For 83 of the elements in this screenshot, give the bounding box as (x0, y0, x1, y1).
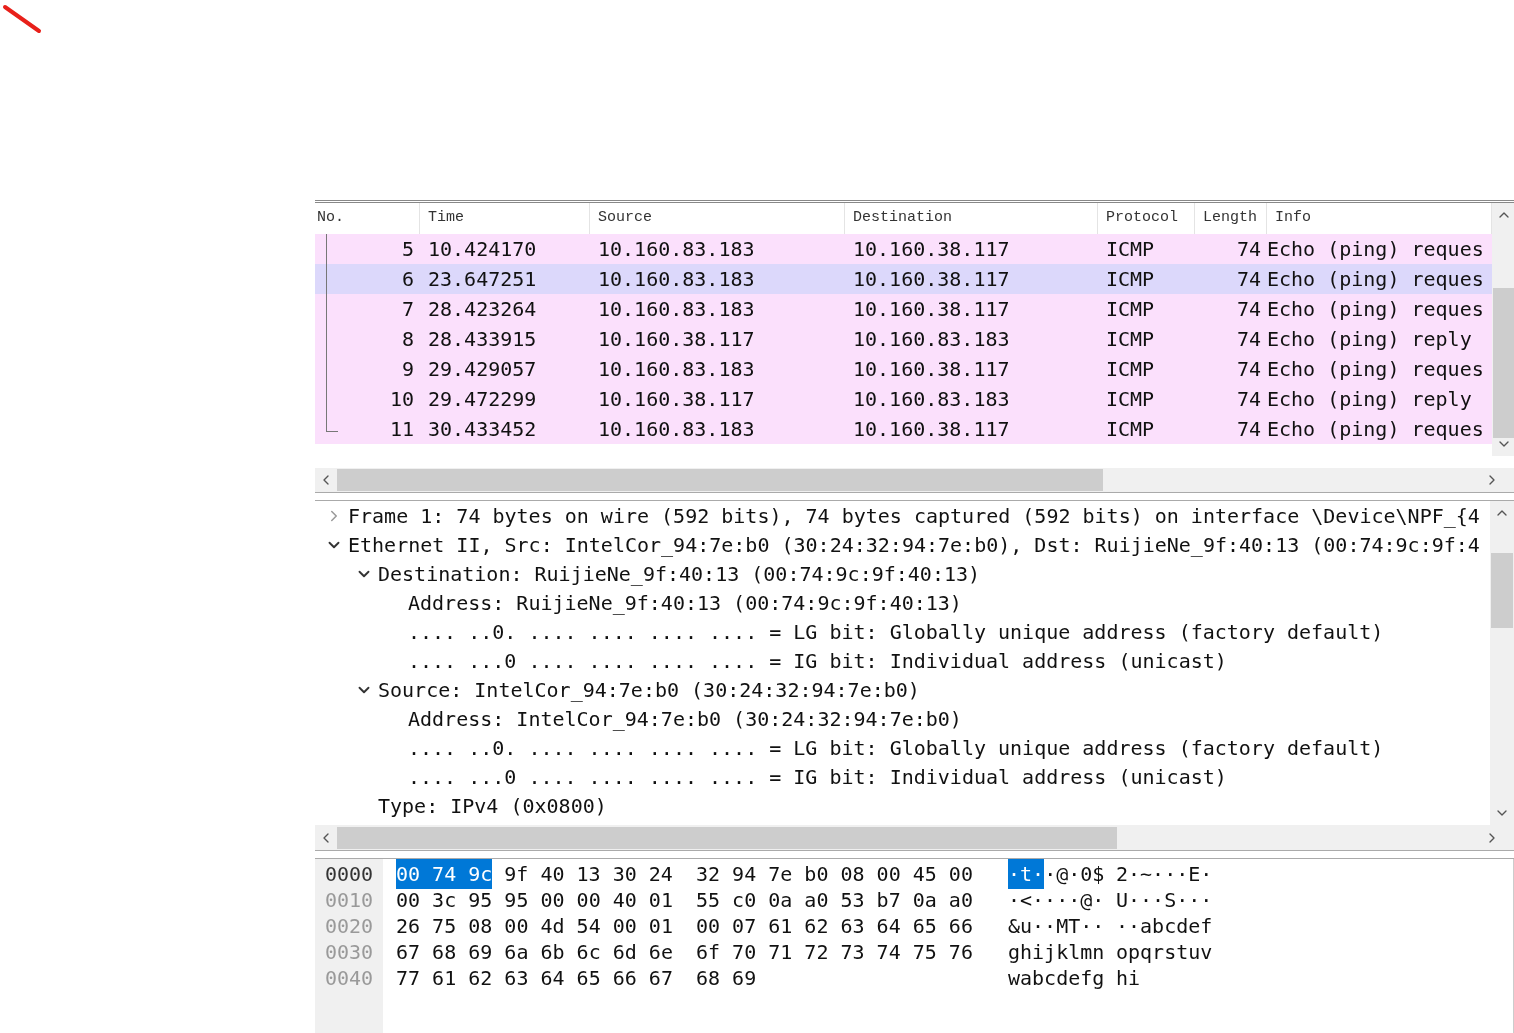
table-cell-text: ICMP (1106, 236, 1155, 263)
table-cell-text: ICMP (1106, 296, 1155, 323)
packet-row[interactable]: 11 30.433452 10.160.83.183 10.160.38.117 ICMP 74 Echo (ping) reques (315, 414, 1492, 444)
packet-row[interactable]: 6 23.647251 10.160.83.183 10.160.38.117 ICMP 74 Echo (ping) reques (315, 264, 1492, 294)
table-cell-text: 74 (1236, 416, 1261, 443)
detail-line[interactable]: .... ..0. .... .... .... .... = LG bit: Globally unique address (factory default) (408, 619, 1384, 644)
ascii-text[interactable]: ·t· (1008, 859, 1045, 889)
table-cell-text: 7 (401, 296, 414, 323)
vertical-scrollbar[interactable] (1491, 203, 1514, 456)
table-cell-text: 10.160.38.117 (853, 296, 1010, 323)
table-cell-text: Echo (ping) reques (1267, 236, 1484, 263)
table-cell-text: 8 (401, 326, 414, 353)
table-cell-text: 74 (1236, 326, 1261, 353)
table-cell-text: 28.423264 (428, 296, 537, 323)
table-cell-text: 10.160.83.183 (598, 356, 755, 383)
detail-line[interactable]: .... ...0 .... .... .... .... = IG bit: Individual address (unicast) (408, 648, 1227, 673)
table-cell-text: Echo (ping) reques (1267, 266, 1484, 293)
table-cell-text: 74 (1236, 386, 1261, 413)
detail-line[interactable]: Source: IntelCor_94:7e:b0 (30:24:32:94:7e:b0) (378, 677, 920, 702)
byte-offset: 0020 (324, 913, 374, 939)
table-cell-text: Echo (ping) reply (1267, 386, 1472, 413)
table-cell-text: 29.472299 (428, 386, 537, 413)
table-cell-text: Echo (ping) reques (1267, 356, 1484, 383)
table-cell-text: 74 (1236, 296, 1261, 323)
table-cell-text: ICMP (1106, 386, 1155, 413)
scrollbar-thumb[interactable] (1491, 553, 1513, 628)
table-cell-text: ICMP (1106, 356, 1155, 383)
table-cell-text: 10.160.38.117 (598, 326, 755, 353)
horizontal-scrollbar[interactable] (315, 467, 1514, 492)
table-cell-text: ICMP (1106, 326, 1155, 353)
table-cell-text: 10.160.38.117 (853, 356, 1010, 383)
table-cell-text: Echo (ping) reply (1267, 326, 1472, 353)
detail-line[interactable]: Destination: RuijieNe_9f:40:13 (00:74:9c:9f:40:13) (378, 561, 981, 586)
table-cell-text: 10.160.83.183 (598, 416, 755, 443)
table-cell-text: 11 (389, 416, 414, 443)
packet-row[interactable]: 5 10.424170 10.160.83.183 10.160.38.117 ICMP 74 Echo (ping) reques (315, 234, 1492, 264)
table-cell-text: Echo (ping) reques (1267, 296, 1484, 323)
detail-line[interactable]: .... ...0 .... .... .... .... = IG bit: Individual address (unicast) (408, 764, 1227, 789)
table-cell-text: 10.160.38.117 (598, 386, 755, 413)
table-cell-text: ICMP (1106, 266, 1155, 293)
table-cell-text: 10.160.38.117 (853, 266, 1010, 293)
table-cell-text: 30.433452 (428, 416, 537, 443)
detail-line[interactable]: Type: IPv4 (0x0800) (378, 793, 607, 818)
byte-offset: 0040 (324, 965, 374, 991)
table-cell-text: 10.160.83.183 (853, 386, 1010, 413)
hex-bytes[interactable]: 00 74 9c (396, 859, 493, 889)
vertical-scrollbar[interactable] (1490, 501, 1514, 826)
table-cell-text: 10.160.83.183 (598, 266, 755, 293)
scrollbar-thumb[interactable] (337, 826, 1117, 849)
table-cell-text: 10.160.38.117 (853, 416, 1010, 443)
detail-line[interactable]: Frame 1: 74 bytes on wire (592 bits), 74 bytes captured (592 bits) on interface \Device\NPF_{4 (348, 503, 1480, 528)
table-cell-text: 74 (1236, 356, 1261, 383)
table-cell-text: 5 (401, 236, 414, 263)
packet-row[interactable]: 8 28.433915 10.160.38.117 10.160.83.183 ICMP 74 Echo (ping) reply (315, 324, 1492, 354)
table-cell-text: 10.160.83.183 (598, 296, 755, 323)
detail-line[interactable]: Address: IntelCor_94:7e:b0 (30:24:32:94:7e:b0) (408, 706, 962, 731)
byte-offset: 0010 (324, 887, 374, 913)
detail-line[interactable]: Address: RuijieNe_9f:40:13 (00:74:9c:9f:40:13) (408, 590, 962, 615)
table-cell-text: 10.160.38.117 (853, 236, 1010, 263)
horizontal-scrollbar[interactable] (315, 825, 1514, 850)
pen-stroke-mark (2, 4, 42, 34)
table-cell-text: 28.433915 (428, 326, 537, 353)
packet-row[interactable]: 7 28.423264 10.160.83.183 10.160.38.117 ICMP 74 Echo (ping) reques (315, 294, 1492, 324)
detail-line[interactable]: Ethernet II, Src: IntelCor_94:7e:b0 (30:24:32:94:7e:b0), Dst: RuijieNe_9f:40:13 (00:74:9c:9f:4 (348, 532, 1480, 557)
table-cell-text: ICMP (1106, 416, 1155, 443)
table-cell-text: 10.424170 (428, 236, 537, 263)
byte-offset: 0000 (324, 861, 374, 887)
table-cell-text: 74 (1236, 266, 1261, 293)
table-cell-text: 6 (401, 266, 414, 293)
table-cell-text: 9 (401, 356, 414, 383)
table-cell-text: 10.160.83.183 (853, 326, 1010, 353)
table-cell-text: Echo (ping) reques (1267, 416, 1484, 443)
detail-line[interactable]: .... ..0. .... .... .... .... = LG bit: Globally unique address (factory default) (408, 735, 1384, 760)
table-cell-text: 10.160.83.183 (598, 236, 755, 263)
packet-row[interactable]: 9 29.429057 10.160.83.183 10.160.38.117 ICMP 74 Echo (ping) reques (315, 354, 1492, 384)
table-cell-text: 10 (389, 386, 414, 413)
table-cell-text: 74 (1236, 236, 1261, 263)
byte-offset: 0030 (324, 939, 374, 965)
packet-row[interactable]: 10 29.472299 10.160.38.117 10.160.83.183 ICMP 74 Echo (ping) reply (315, 384, 1492, 414)
table-cell-text: 29.429057 (428, 356, 537, 383)
scrollbar-thumb[interactable] (337, 468, 1103, 491)
scrollbar-thumb[interactable] (1492, 288, 1514, 438)
table-cell-text: 23.647251 (428, 266, 537, 293)
